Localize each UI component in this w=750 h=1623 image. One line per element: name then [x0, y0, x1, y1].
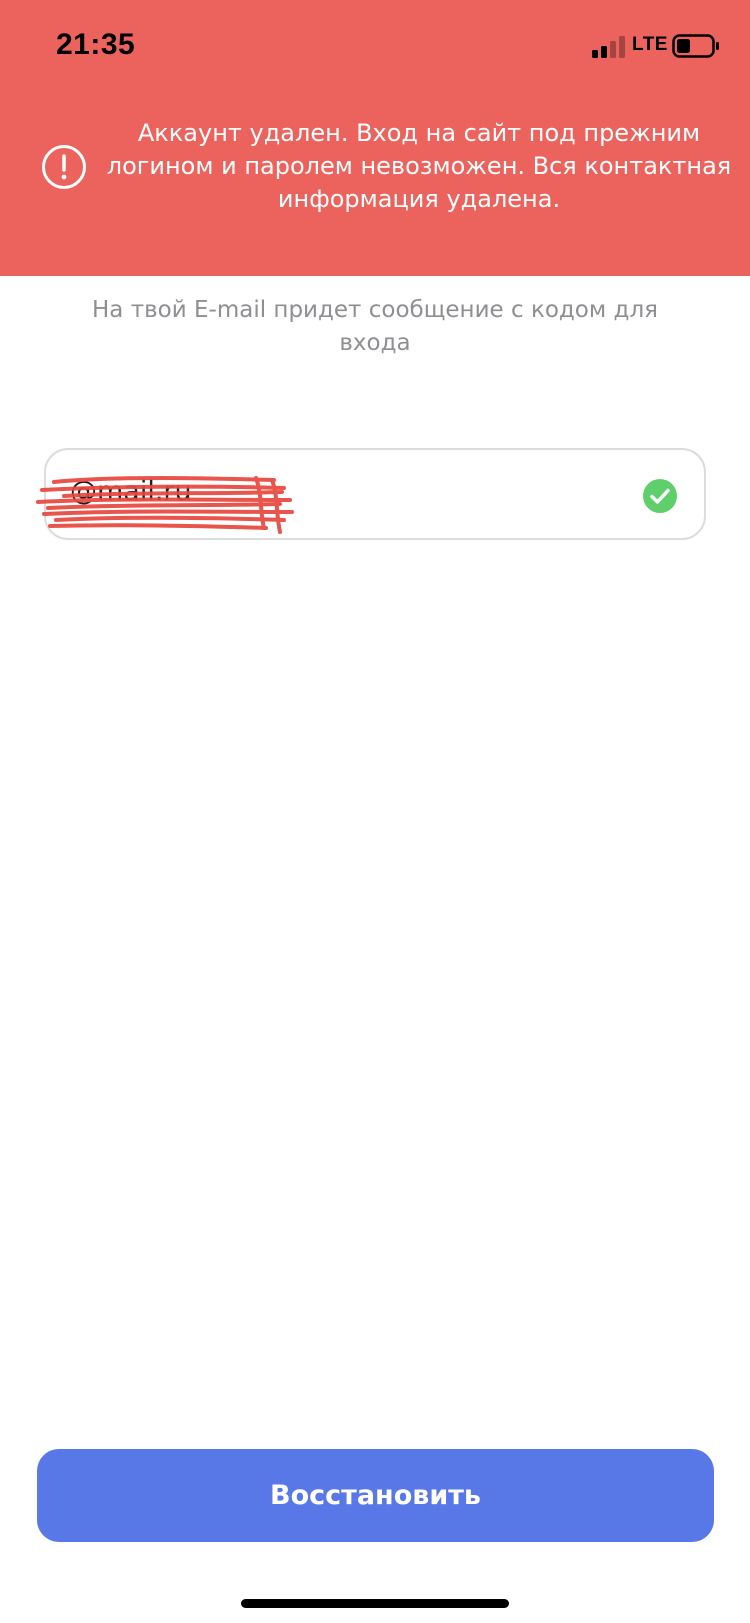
cellular-signal-icon	[592, 36, 625, 58]
network-type-label: LTE	[632, 34, 668, 55]
valid-check-icon	[643, 479, 677, 513]
battery-low-icon	[672, 34, 719, 58]
alert-message: Аккаунт удален. Вход на сайт под прежним…	[106, 119, 732, 213]
alert-banner: 21:35 LTE Аккаунт удален. Вход на сайт п…	[0, 0, 750, 276]
redaction-scribble	[36, 476, 294, 534]
restore-button[interactable]: Восстановить	[37, 1449, 714, 1542]
email-field[interactable]: @mail.ru	[36, 448, 706, 540]
status-time: 21:35	[56, 28, 136, 61]
email-hint-text: На твой E-mail придет сообщение с кодом …	[92, 297, 658, 356]
home-indicator	[241, 1599, 509, 1608]
alert-circle-icon	[42, 145, 86, 189]
